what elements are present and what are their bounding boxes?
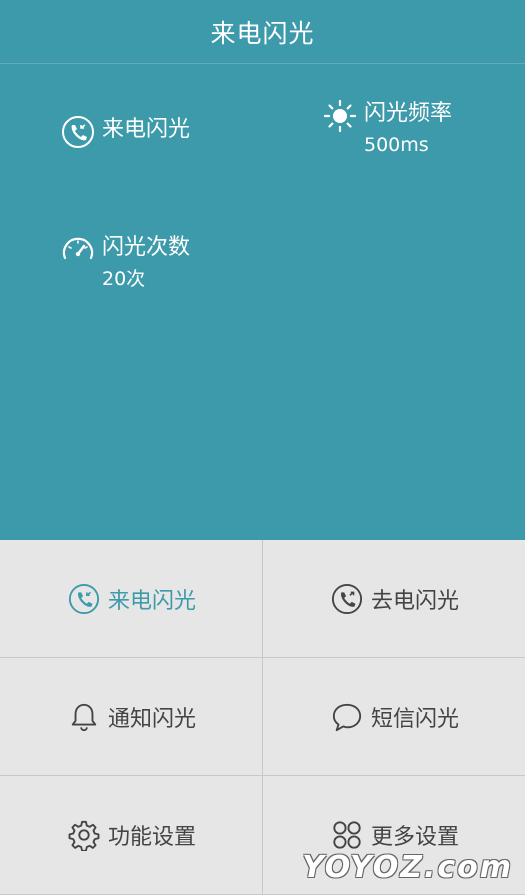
chat-bubble-icon <box>329 699 365 735</box>
menu-item-incoming-flash[interactable]: 来电闪光 <box>0 540 263 658</box>
menu-item-label: 短信闪光 <box>370 706 459 732</box>
stat-count-label: 闪光次数 <box>102 235 191 260</box>
watermark-logo: YOYOZ.com <box>302 850 513 885</box>
speedometer-icon <box>60 232 96 268</box>
page-title: 来电闪光 <box>210 18 315 48</box>
sun-icon <box>322 98 358 134</box>
app-header: 来电闪光 <box>0 0 525 64</box>
menu-item-function-settings[interactable]: 功能设置 <box>0 776 263 895</box>
menu-item-label: 更多设置 <box>370 825 459 850</box>
phone-incoming-icon <box>60 114 96 150</box>
menu-item-sms-flash[interactable]: 短信闪光 <box>263 658 525 776</box>
menu-item-label: 功能设置 <box>107 825 196 850</box>
status-panel: 来电闪光 闪光频率 500ms 闪光次数 20次 <box>0 64 525 540</box>
menu-item-label: 来电闪光 <box>107 588 196 614</box>
menu-item-notification-flash[interactable]: 通知闪光 <box>0 658 263 776</box>
menu-grid: 来电闪光 去电闪光 通知闪光 短信闪光 功能设置 更多设置 <box>0 540 525 895</box>
bell-icon <box>66 699 102 735</box>
stat-call-flash: 来电闪光 <box>60 114 190 150</box>
stat-count-value: 20次 <box>102 268 146 290</box>
stat-call-label: 来电闪光 <box>102 117 191 142</box>
menu-item-label: 通知闪光 <box>107 706 196 732</box>
stat-flash-count: 闪光次数 20次 <box>60 232 190 294</box>
phone-outgoing-icon <box>329 581 365 617</box>
menu-item-outgoing-flash[interactable]: 去电闪光 <box>263 540 525 658</box>
gear-icon <box>66 817 102 853</box>
stat-flash-frequency: 闪光频率 500ms <box>322 98 452 160</box>
grid-circles-icon <box>329 817 365 853</box>
stat-frequency-label: 闪光频率 <box>364 101 453 126</box>
menu-item-label: 去电闪光 <box>370 588 459 614</box>
stat-frequency-value: 500ms <box>364 134 429 156</box>
phone-incoming-icon <box>66 581 102 617</box>
